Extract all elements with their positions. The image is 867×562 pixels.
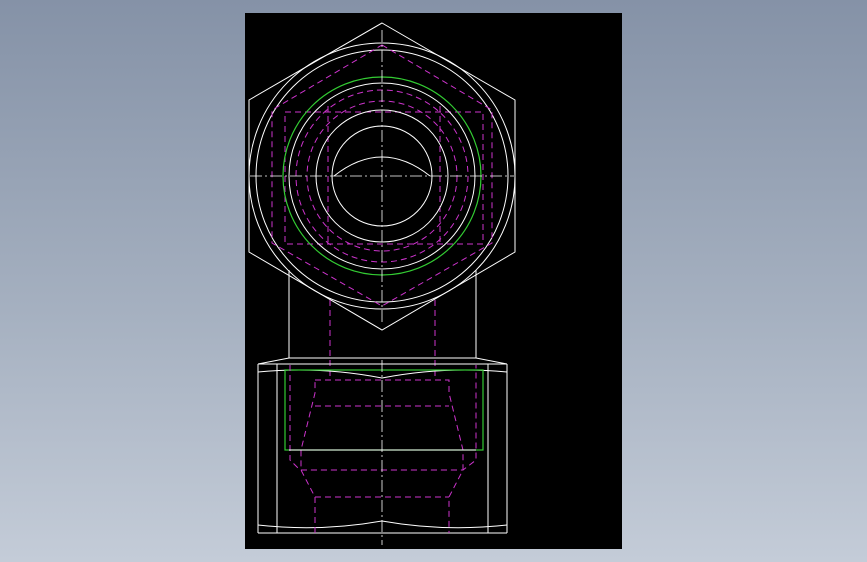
elbow-fitting-drawing [248,22,516,545]
hidden-bore-profile [300,380,316,533]
front-view [257,357,508,545]
hidden-cone [289,365,477,471]
drawing-viewport[interactable] [245,13,622,549]
hidden-bore-profile [315,379,464,533]
chamfer-arc-top [257,369,508,379]
chamfer-arc-bottom [257,520,508,529]
shoulder-outline [257,357,508,365]
cad-workspace: { "viewport": { "background": "#000000",… [0,0,867,562]
